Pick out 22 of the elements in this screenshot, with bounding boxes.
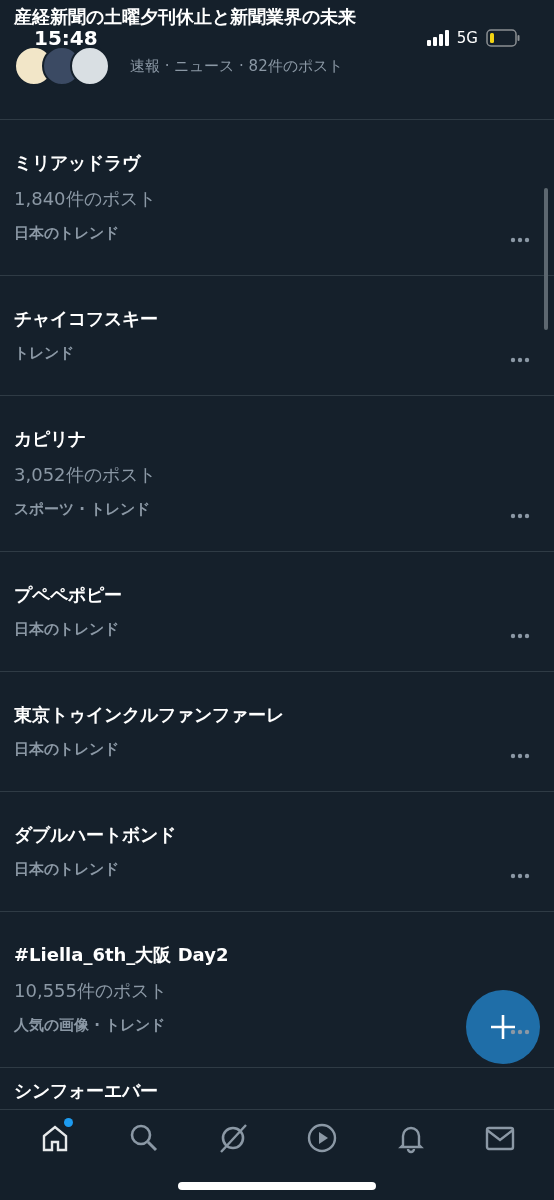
network-label: 5G — [456, 29, 478, 47]
trend-title[interactable]: カピリナ — [14, 426, 86, 452]
trend-category: スポーツ · トレンド — [14, 499, 151, 520]
trend-category: 日本のトレンド — [14, 619, 119, 640]
trend-title[interactable]: チャイコフスキー — [14, 306, 158, 332]
status-time: 15:48 — [34, 26, 99, 50]
trend-category: 日本のトレンド — [14, 223, 119, 244]
trend-category: 日本のトレンド — [14, 739, 119, 760]
post-count: 1,840件のポスト — [14, 187, 156, 211]
trend-title[interactable]: シンフォーエバー — [14, 1078, 158, 1104]
topic-subtitle: 速報 · ニュース · 82件のポスト — [130, 56, 343, 76]
post-count: 10,555件のポスト — [14, 979, 167, 1003]
trend-category: トレンド — [14, 343, 74, 364]
trend-title[interactable]: #Liella_6th_大阪 Day2 — [14, 942, 229, 968]
trend-title[interactable]: プペペポピー — [14, 582, 122, 608]
post-count: 3,052件のポスト — [14, 463, 156, 487]
trend-category: 人気の画像 · トレンド — [14, 1015, 166, 1036]
trend-title[interactable]: 東京トゥインクルファンファーレ — [14, 702, 284, 728]
trend-category: 日本のトレンド — [14, 859, 119, 880]
trend-title[interactable]: ミリアッドラヴ — [14, 150, 140, 176]
trend-title[interactable]: ダブルハートボンド — [14, 822, 176, 848]
topic-title: 産経新聞の土曜夕刊休止と新聞業界の未来 — [14, 5, 357, 29]
